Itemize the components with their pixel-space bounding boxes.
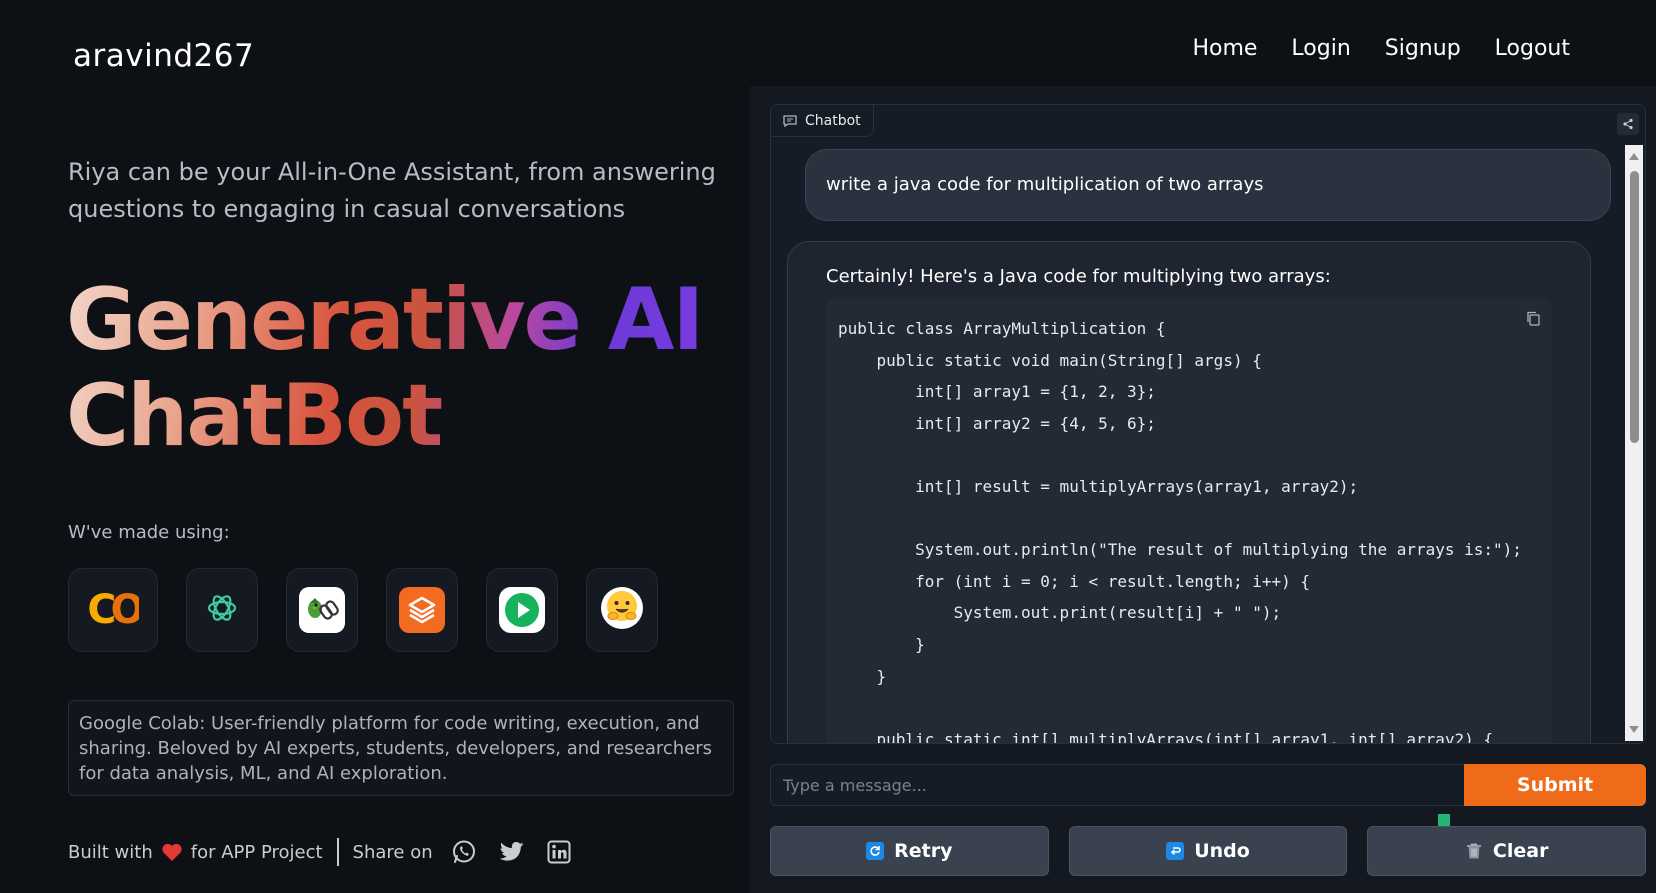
chat-bubble-icon	[783, 114, 797, 127]
bot-message-intro: Certainly! Here's a Java code for multip…	[826, 266, 1331, 287]
tools-list: CO	[68, 568, 658, 652]
brand-name: aravind267	[73, 38, 255, 74]
built-with-text: Built with	[68, 841, 153, 863]
retry-icon	[866, 842, 885, 860]
linkedin-icon[interactable]	[547, 840, 571, 864]
chatbot-tab-label: Chatbot	[805, 112, 861, 129]
clear-label: Clear	[1492, 840, 1549, 862]
tagline: Riya can be your All-in-One Assistant, f…	[68, 158, 716, 223]
undo-icon	[1166, 842, 1185, 860]
tool-huggingface[interactable]	[586, 568, 658, 652]
tool-stack[interactable]	[386, 568, 458, 652]
tool-colab[interactable]: CO	[68, 568, 158, 652]
made-using-label: W've made using:	[68, 522, 230, 543]
twitter-icon[interactable]	[499, 841, 525, 863]
stack-icon	[399, 587, 445, 633]
footer: Built with for APP Project Share on	[68, 838, 571, 866]
retry-button[interactable]: Retry	[770, 826, 1049, 876]
hero-title-line1: Generative AI	[66, 270, 703, 370]
user-message: write a java code for multiplication of …	[805, 149, 1611, 221]
whatsapp-icon[interactable]	[451, 839, 477, 865]
share-on-text: Share on	[352, 841, 433, 863]
nav-home-link[interactable]: Home	[1192, 36, 1257, 61]
nav-login-link[interactable]: Login	[1291, 36, 1350, 61]
tool-play[interactable]	[486, 568, 558, 652]
langchain-icon	[299, 587, 345, 633]
chatbot-panel: Chatbot write a java code for multiplica…	[770, 104, 1646, 744]
social-links	[451, 839, 571, 865]
message-input[interactable]	[770, 764, 1464, 806]
tool-langchain[interactable]	[286, 568, 358, 652]
colab-icon: CO	[87, 587, 144, 633]
heart-icon	[161, 842, 183, 862]
tool-description: Google Colab: User-friendly platform for…	[68, 700, 734, 796]
trash-icon	[1465, 842, 1483, 860]
code-block: public class ArrayMultiplication { publi…	[826, 299, 1552, 744]
submit-button[interactable]: Submit	[1464, 764, 1646, 806]
top-nav: Home Login Signup Logout	[1192, 36, 1570, 61]
huggingface-icon	[599, 585, 645, 635]
nav-signup-link[interactable]: Signup	[1385, 36, 1461, 61]
nav-logout-link[interactable]: Logout	[1495, 36, 1570, 61]
scroll-up-arrow[interactable]	[1629, 153, 1639, 160]
retry-label: Retry	[894, 840, 953, 862]
undo-label: Undo	[1194, 840, 1250, 862]
hero-title-line2: ChatBot	[66, 366, 442, 466]
share-button[interactable]	[1617, 113, 1639, 135]
undo-button[interactable]: Undo	[1068, 826, 1348, 876]
for-project-text: for APP Project	[190, 841, 323, 863]
share-icon	[1622, 118, 1634, 130]
play-icon	[499, 587, 545, 633]
hero-title: Generative AI ChatBot	[66, 272, 706, 464]
chat-scrollbar[interactable]	[1625, 145, 1643, 741]
message-input-row: Submit	[770, 764, 1646, 806]
scroll-down-arrow[interactable]	[1629, 726, 1639, 733]
clear-button[interactable]: Clear	[1367, 826, 1647, 876]
openai-icon	[204, 590, 240, 630]
chatbot-tab: Chatbot	[771, 105, 874, 137]
code-content: public class ArrayMultiplication { publi…	[838, 319, 1522, 744]
bot-message: Certainly! Here's a Java code for multip…	[787, 241, 1591, 744]
action-buttons: Retry Undo Clear	[770, 826, 1647, 876]
tool-openai[interactable]	[186, 568, 258, 652]
footer-divider	[336, 838, 339, 866]
copy-icon[interactable]	[1526, 311, 1540, 330]
status-indicator	[1438, 814, 1450, 826]
scroll-thumb[interactable]	[1630, 171, 1639, 443]
